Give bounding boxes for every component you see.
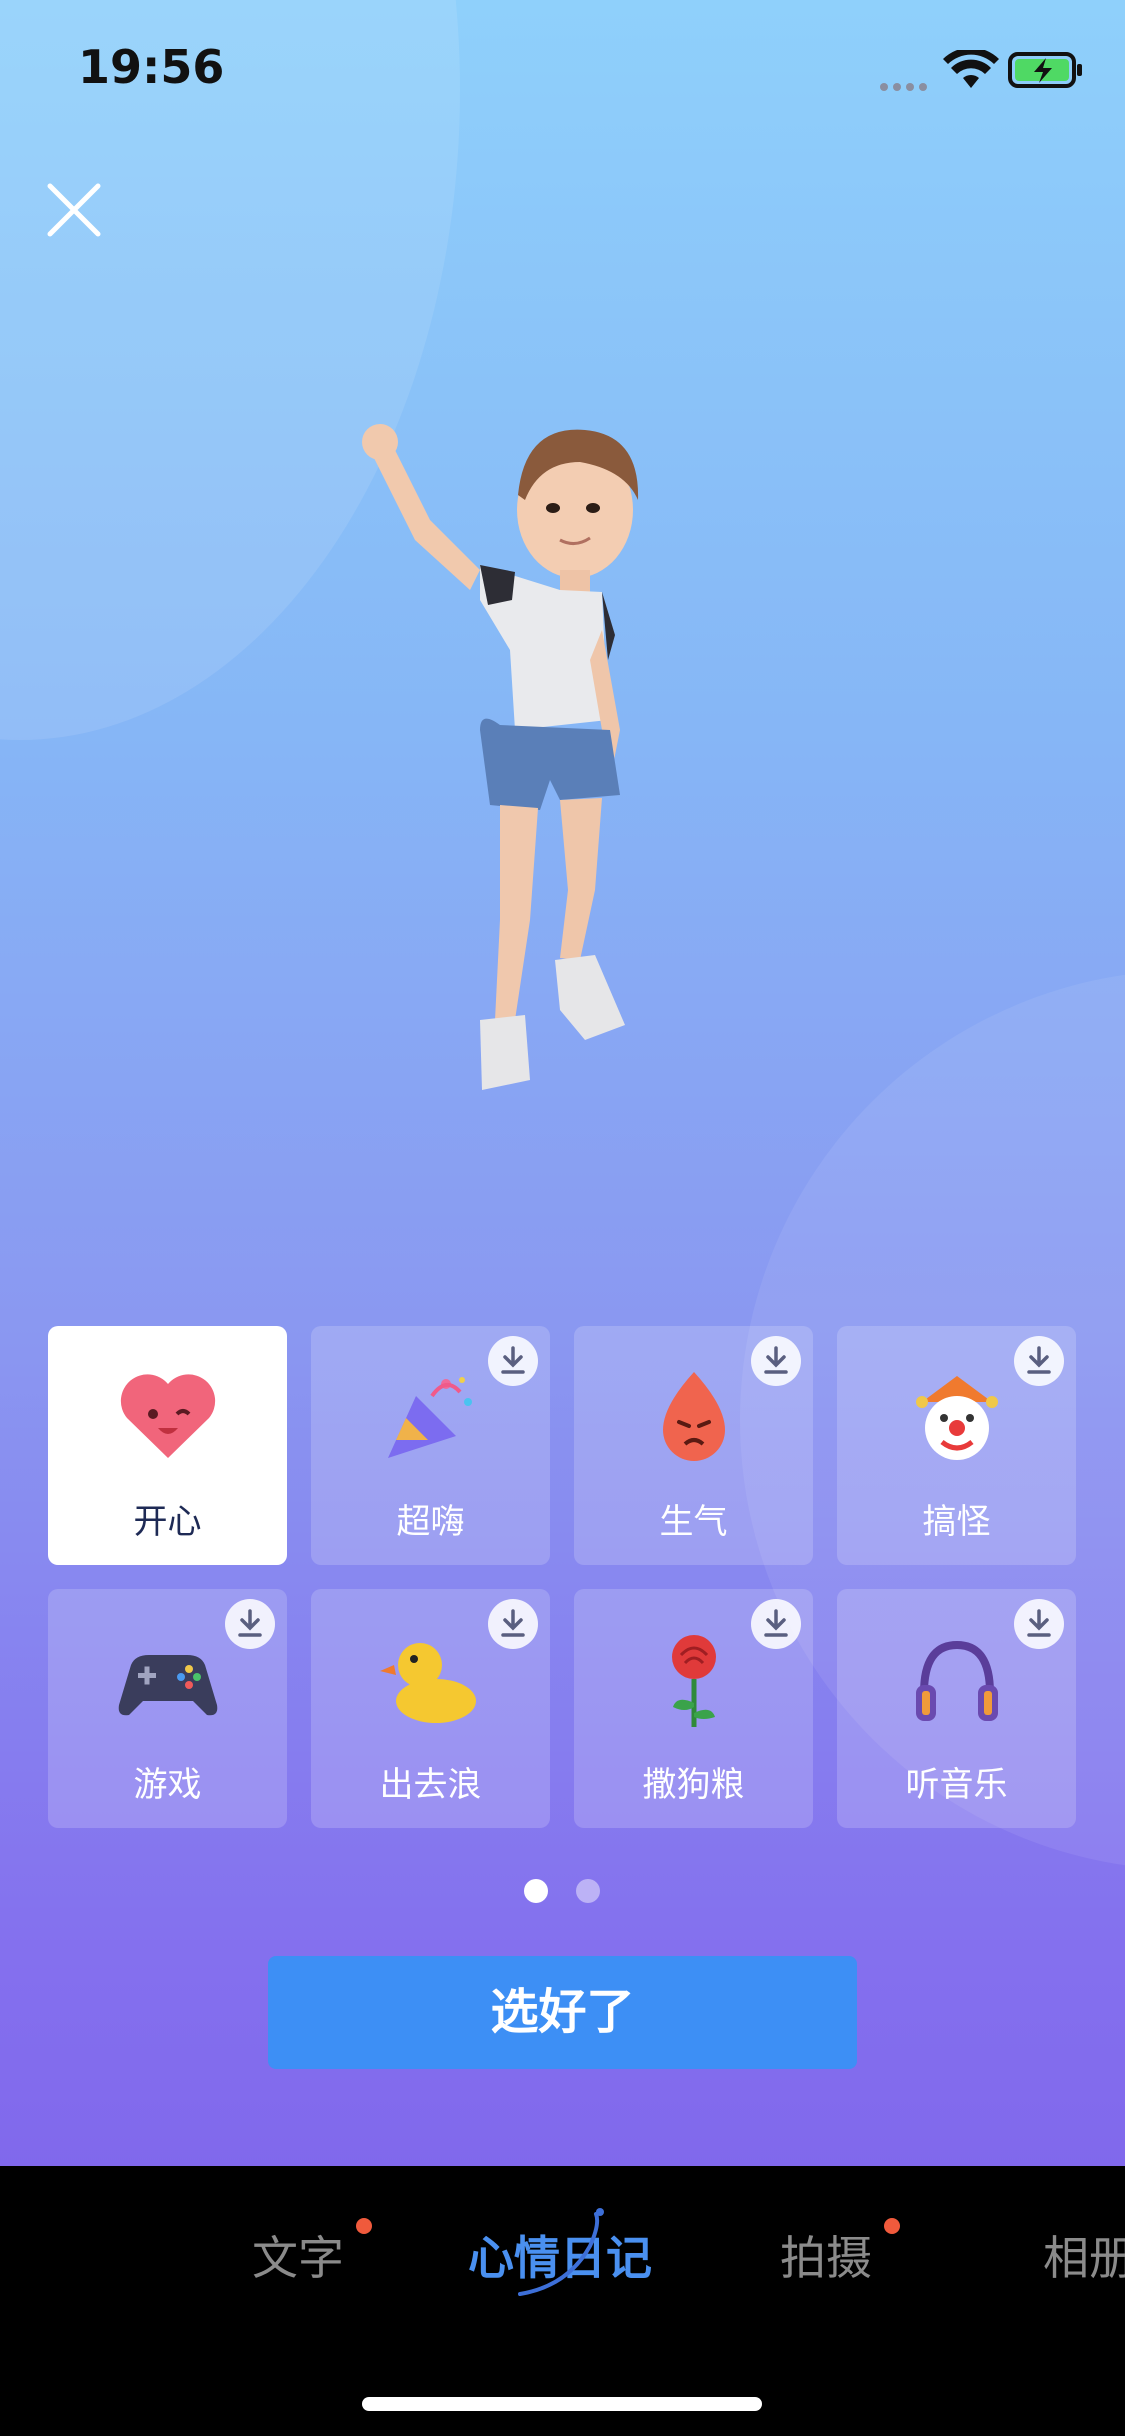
download-icon — [501, 1609, 525, 1637]
rose-icon — [671, 1635, 716, 1727]
status-time: 19:56 — [78, 40, 225, 94]
mood-label: 出去浪 — [379, 1765, 482, 1805]
tab-label: 相册 — [1043, 2231, 1125, 2285]
game-controller-icon — [118, 1655, 217, 1716]
download-icon — [238, 1609, 262, 1637]
mood-label: 开心 — [133, 1502, 202, 1542]
mood-diary-screen: 19:56 开心 超嗨 生气 搞怪 游戏 出去浪 撒狗粮 听音乐 选好了 文字 … — [0, 0, 1125, 2436]
home-indicator — [362, 2397, 762, 2411]
clown-face-icon — [915, 1376, 998, 1460]
mood-item-hype[interactable]: 超嗨 — [311, 1326, 550, 1565]
orbit-swoosh-icon — [518, 2208, 604, 2296]
tab-label: 拍摄 — [780, 2231, 872, 2285]
tab-label: 文字 — [252, 2231, 344, 2285]
mood-label: 搞怪 — [922, 1502, 991, 1542]
mood-item-happy[interactable]: 开心 — [48, 1326, 287, 1565]
download-button[interactable] — [488, 1599, 538, 1649]
download-icon — [764, 1346, 788, 1374]
download-button[interactable] — [1014, 1336, 1064, 1386]
cellular-signal-icon — [880, 76, 932, 95]
mood-item-gaming[interactable]: 游戏 — [48, 1589, 287, 1828]
wifi-icon — [943, 50, 999, 88]
headphones-icon — [915, 1640, 998, 1721]
avatar-character — [362, 424, 639, 1090]
rubber-duck-icon — [379, 1643, 476, 1723]
mood-label: 超嗨 — [396, 1502, 465, 1542]
mood-item-angry[interactable]: 生气 — [574, 1326, 813, 1565]
mood-label: 游戏 — [133, 1765, 202, 1805]
angry-flame-icon — [662, 1372, 725, 1461]
mood-grid: 开心 超嗨 生气 搞怪 游戏 出去浪 撒狗粮 听音乐 — [48, 1326, 1076, 1828]
notification-dot — [356, 2218, 372, 2234]
download-button[interactable] — [751, 1599, 801, 1649]
tab-album[interactable]: 相册 — [1043, 2222, 1125, 2288]
page-dot[interactable] — [576, 1879, 600, 1903]
download-button[interactable] — [488, 1336, 538, 1386]
download-icon — [1027, 1609, 1051, 1637]
download-button[interactable] — [225, 1599, 275, 1649]
party-popper-icon — [387, 1377, 472, 1458]
mood-label: 生气 — [659, 1502, 728, 1542]
battery-charging-icon — [1008, 52, 1082, 88]
notification-dot — [884, 2218, 900, 2234]
download-icon — [764, 1609, 788, 1637]
download-button[interactable] — [1014, 1599, 1064, 1649]
mood-label: 听音乐 — [905, 1765, 1008, 1805]
mood-item-wacky[interactable]: 搞怪 — [837, 1326, 1076, 1565]
download-button[interactable] — [751, 1336, 801, 1386]
smiling-heart-icon — [120, 1374, 215, 1458]
page-dot[interactable] — [524, 1879, 548, 1903]
tab-text[interactable]: 文字 — [252, 2218, 372, 2288]
close-icon — [47, 183, 101, 237]
download-icon — [501, 1346, 525, 1374]
tab-camera[interactable]: 拍摄 — [780, 2218, 900, 2288]
close-button[interactable] — [44, 180, 104, 240]
mood-label: 撒狗粮 — [642, 1765, 745, 1805]
status-bar: 19:56 — [0, 0, 1125, 140]
mood-item-go-out[interactable]: 出去浪 — [311, 1589, 550, 1828]
confirm-button[interactable]: 选好了 — [268, 1956, 857, 2069]
mood-item-music[interactable]: 听音乐 — [837, 1589, 1076, 1828]
tab-mood-diary[interactable]: 心情日记 — [468, 2208, 652, 2296]
mood-item-affection[interactable]: 撒狗粮 — [574, 1589, 813, 1828]
bottom-tab-bar: 文字 心情日记 拍摄 相册 — [0, 2166, 1125, 2436]
download-icon — [1027, 1346, 1051, 1374]
